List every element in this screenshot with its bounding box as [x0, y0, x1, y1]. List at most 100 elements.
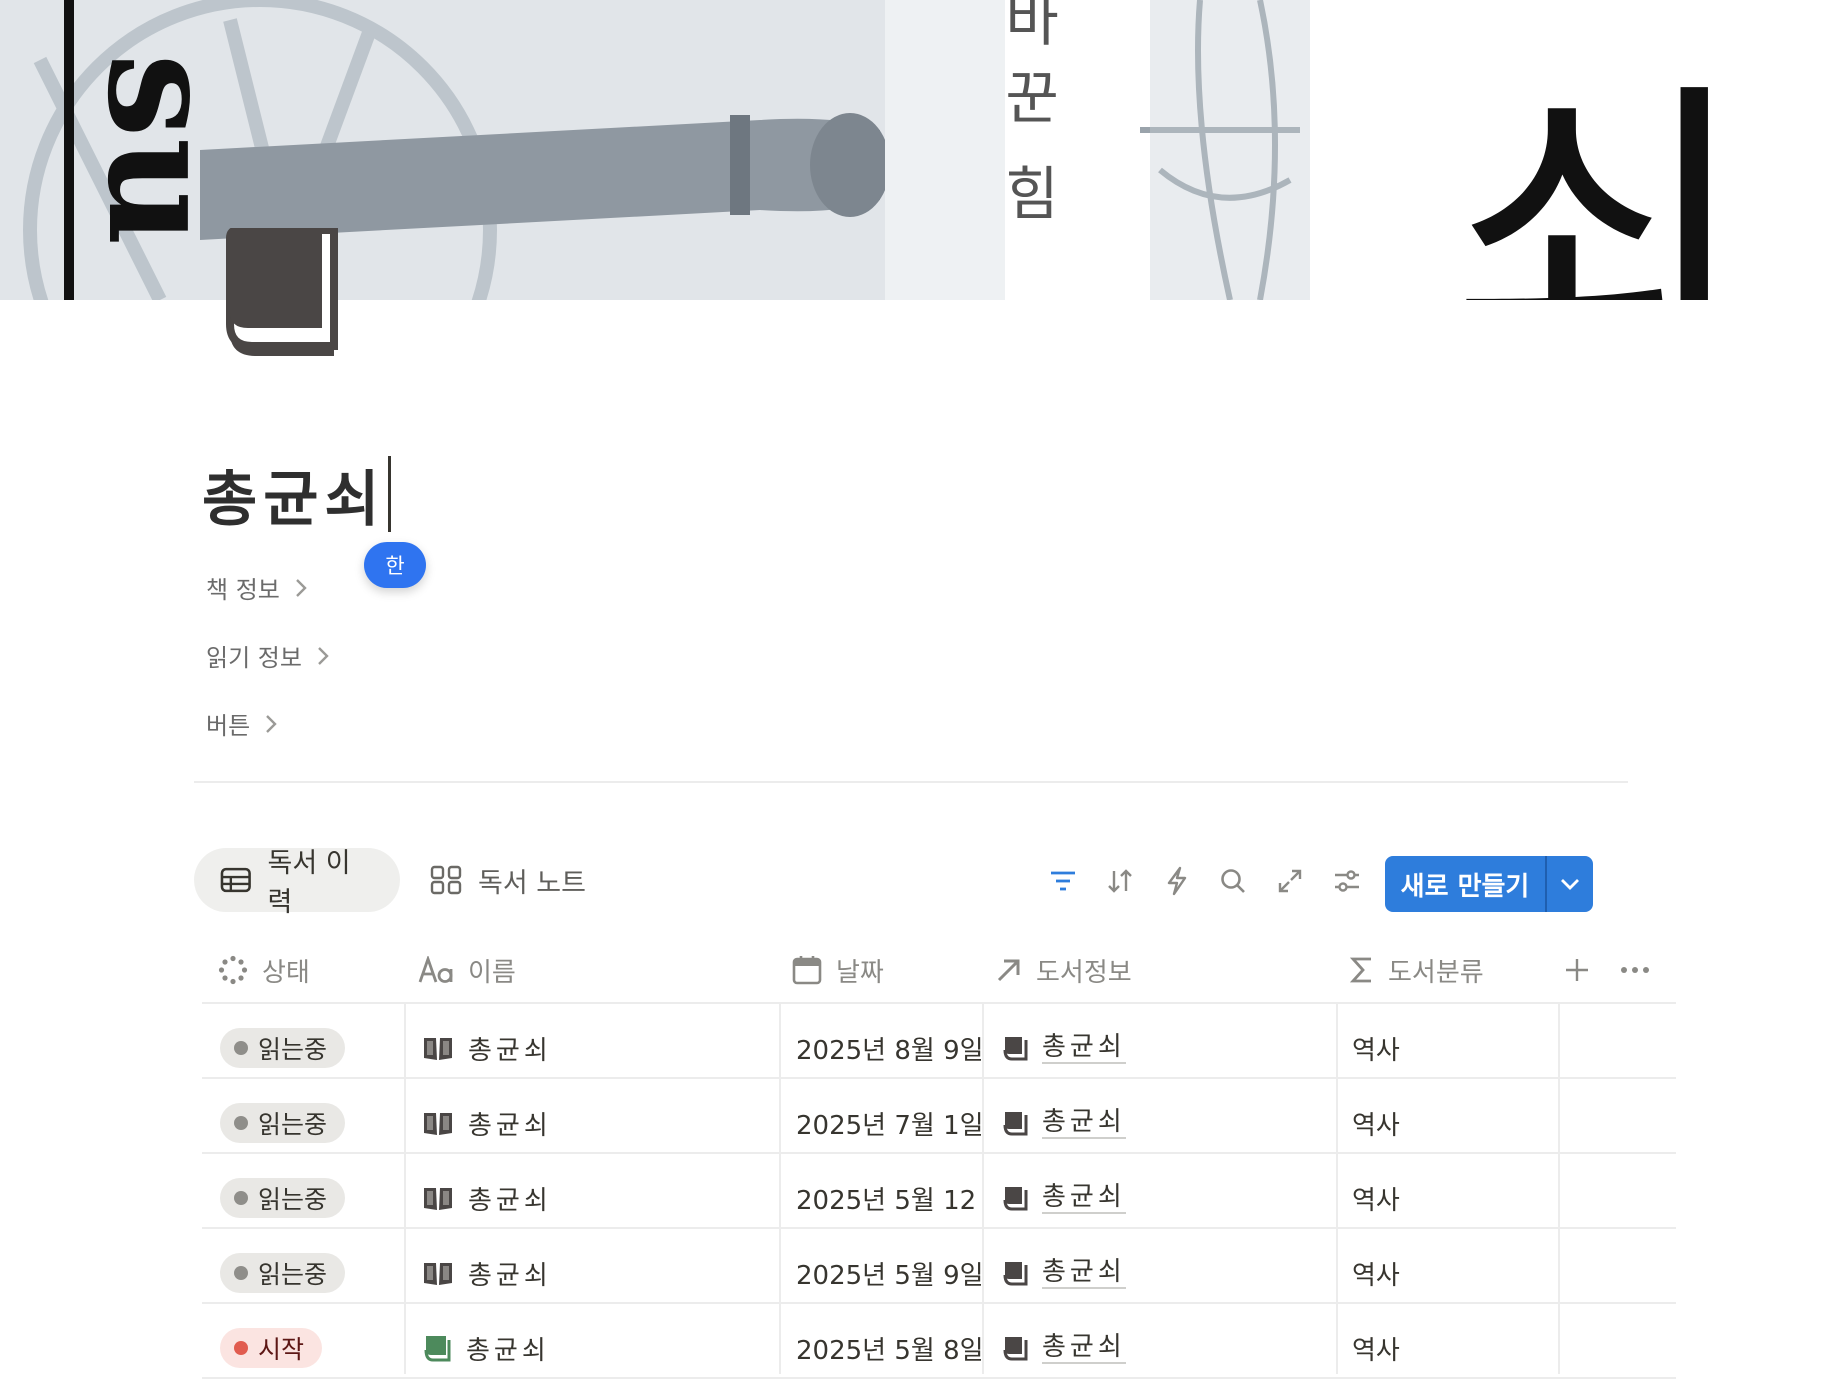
toggle-label: 책 정보	[206, 576, 280, 604]
row-category: 역사	[1352, 1185, 1400, 1216]
gallery-icon	[430, 865, 462, 895]
book-icon	[1003, 1112, 1028, 1136]
open-book-icon	[424, 1188, 452, 1210]
column-label: 도서분류	[1388, 957, 1484, 988]
page-title[interactable]: 총균쇠	[202, 451, 386, 538]
book-icon	[1003, 1187, 1028, 1211]
table-row[interactable]: 읽는중 총균쇠 2025년 5월 9일 총균쇠 역사	[202, 1236, 1676, 1310]
table-row[interactable]: 읽는중 총균쇠 2025년 7월 1일 총균쇠 역사	[202, 1086, 1676, 1160]
status-label: 시작	[258, 1335, 305, 1364]
table-row[interactable]: 읽는중 총균쇠 2025년 8월 9일 총균쇠 역사	[202, 1011, 1676, 1085]
book-relation-link[interactable]: 총균쇠	[1042, 1182, 1126, 1214]
status-tag[interactable]: 읽는중	[220, 1103, 346, 1143]
new-button[interactable]: 새로 만들기	[1385, 856, 1545, 912]
status-tag[interactable]: 읽는중	[220, 1253, 346, 1293]
tab-label: 독서 이력	[267, 848, 351, 918]
chevron-down-icon	[1561, 879, 1579, 890]
open-book-icon	[424, 1038, 452, 1060]
settings-sliders-icon[interactable]	[1332, 866, 1362, 896]
status-label: 읽는중	[258, 1260, 328, 1289]
chevron-right-icon	[266, 714, 277, 733]
status-dot	[234, 1266, 248, 1280]
row-category: 역사	[1352, 1035, 1400, 1066]
more-options-button[interactable]	[1620, 940, 1650, 1000]
green-book-icon	[424, 1336, 451, 1362]
book-icon	[1003, 1337, 1028, 1361]
toggle-buttons[interactable]: 버튼	[206, 706, 278, 741]
row-name[interactable]: 총균쇠	[466, 1330, 550, 1367]
tab-reading-history[interactable]: 독서 이력	[194, 848, 400, 918]
book-relation-link[interactable]: 총균쇠	[1042, 1107, 1126, 1139]
automation-bolt-icon[interactable]	[1162, 866, 1192, 896]
column-header-name[interactable]: 이름	[418, 940, 516, 1000]
svg-text:su: su	[74, 53, 250, 247]
row-date[interactable]: 2025년 7월 1일	[796, 1105, 982, 1142]
status-tag[interactable]: 시작	[220, 1328, 323, 1368]
status-label: 읽는중	[258, 1110, 328, 1139]
new-button-group: 새로 만들기	[1385, 856, 1593, 912]
search-icon[interactable]	[1218, 866, 1248, 896]
svg-text:바: 바	[1005, 0, 1058, 54]
book-icon	[1003, 1262, 1028, 1286]
column-header-status[interactable]: 상태	[218, 940, 310, 1000]
column-label: 날짜	[836, 957, 884, 988]
book-relation-link[interactable]: 총균쇠	[1042, 1032, 1126, 1064]
row-category: 역사	[1352, 1335, 1400, 1366]
status-label: 읽는중	[258, 1035, 328, 1064]
text-cursor	[387, 456, 391, 532]
column-label: 상태	[262, 957, 310, 988]
table-header-border	[202, 1002, 1676, 1004]
status-dot	[234, 1341, 248, 1355]
book-relation-link[interactable]: 총균쇠	[1042, 1257, 1126, 1289]
ime-indicator-badge: 한	[364, 542, 426, 588]
row-name[interactable]: 총균쇠	[468, 1105, 552, 1142]
svg-text:쇠: 쇠	[1448, 54, 1752, 300]
row-name[interactable]: 총균쇠	[468, 1255, 552, 1292]
chevron-right-icon	[296, 578, 307, 597]
column-label: 도서정보	[1036, 957, 1132, 988]
status-loader-icon	[218, 955, 248, 985]
page-title-container[interactable]: 총균쇠	[202, 452, 391, 536]
sort-icon[interactable]	[1105, 866, 1135, 896]
relation-arrow-icon	[997, 959, 1020, 982]
toggle-book-info[interactable]: 책 정보	[206, 570, 308, 605]
status-tag[interactable]: 읽는중	[220, 1028, 346, 1068]
page-icon-book-icon[interactable]	[222, 226, 342, 362]
row-name[interactable]: 총균쇠	[468, 1180, 552, 1217]
row-date[interactable]: 2025년 5월 9일	[796, 1255, 982, 1292]
open-book-icon	[424, 1113, 452, 1135]
ellipsis-icon	[1621, 967, 1649, 973]
divider	[194, 781, 1628, 783]
table-row[interactable]: 시작 총균쇠 2025년 5월 8일 총균쇠 역사	[202, 1311, 1676, 1385]
row-date[interactable]: 2025년 8월 9일	[796, 1030, 982, 1067]
table-icon	[220, 867, 251, 893]
tab-label: 독서 노트	[478, 867, 586, 899]
new-options-dropdown[interactable]	[1547, 856, 1593, 912]
toggle-reading-info[interactable]: 읽기 정보	[206, 638, 330, 673]
table-row[interactable]: 읽는중 총균쇠 2025년 5월 12 총균쇠 역사	[202, 1161, 1676, 1235]
toggle-label: 읽기 정보	[206, 644, 302, 672]
svg-text:꾼: 꾼	[1005, 64, 1058, 132]
status-tag[interactable]: 읽는중	[220, 1178, 346, 1218]
column-header-book-info[interactable]: 도서정보	[996, 940, 1132, 1000]
row-name[interactable]: 총균쇠	[468, 1030, 552, 1067]
expand-icon[interactable]	[1275, 866, 1305, 896]
plus-icon	[1566, 959, 1588, 981]
tab-reading-notes[interactable]: 독서 노트	[404, 848, 614, 912]
book-icon	[1003, 1037, 1028, 1061]
chevron-right-icon	[318, 646, 329, 665]
add-column-button[interactable]	[1564, 940, 1590, 1000]
row-date[interactable]: 2025년 5월 8일	[796, 1330, 982, 1367]
calendar-icon	[792, 956, 822, 985]
row-category: 역사	[1352, 1110, 1400, 1141]
column-header-book-category[interactable]: 도서분류	[1350, 940, 1484, 1000]
row-category: 역사	[1352, 1260, 1400, 1291]
row-date[interactable]: 2025년 5월 12	[796, 1180, 976, 1217]
book-relation-link[interactable]: 총균쇠	[1042, 1332, 1126, 1364]
column-label: 이름	[468, 957, 516, 988]
filter-icon[interactable]	[1048, 866, 1078, 896]
open-book-icon	[424, 1263, 452, 1285]
svg-text:힘: 힘	[1005, 160, 1058, 228]
text-aa-icon	[418, 956, 453, 983]
column-header-date[interactable]: 날짜	[792, 940, 884, 1000]
